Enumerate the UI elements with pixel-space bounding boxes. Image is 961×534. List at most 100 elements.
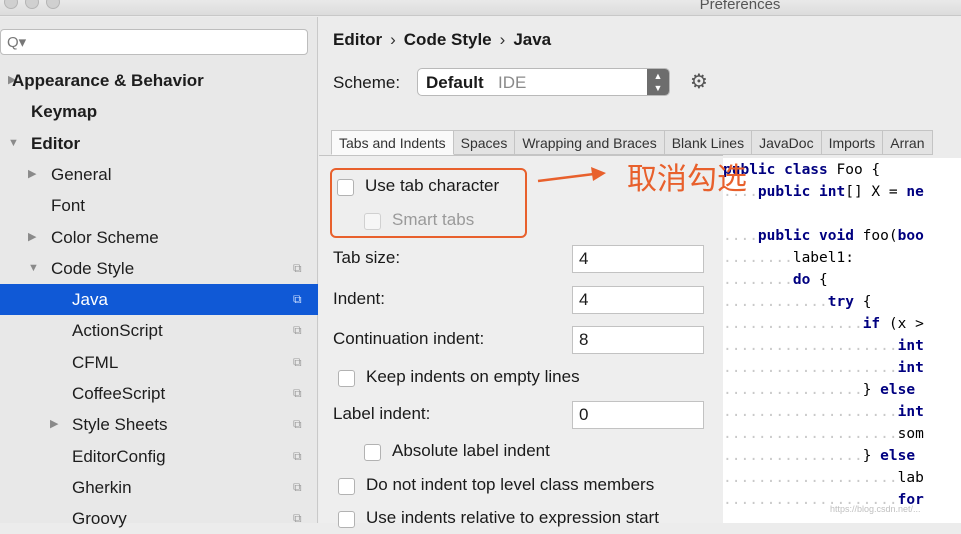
indent-field[interactable]: 4 — [572, 286, 704, 314]
indent-label: Indent: — [333, 289, 385, 309]
code-keyword: else — [880, 448, 915, 464]
tab-imports[interactable]: Imports — [822, 130, 884, 155]
sidebar-item-keymap[interactable]: Keymap — [0, 96, 318, 127]
project-scheme-icon: ⧉ — [293, 503, 302, 534]
annotation-arrow-icon — [536, 166, 608, 184]
code-text: Foo { — [828, 162, 880, 178]
code-line: ............try { — [723, 291, 871, 313]
collapsed-arrow-icon[interactable]: ▶ — [50, 409, 58, 440]
sidebar-item-actionscript[interactable]: ActionScript ⧉ — [0, 315, 318, 346]
code-line: ................} else — [723, 379, 915, 401]
keep-indents-checkbox[interactable] — [338, 370, 355, 387]
title-bar: Preferences — [0, 0, 961, 16]
code-line: ....................int — [723, 357, 924, 379]
code-line: ....................som — [723, 423, 924, 445]
no-indent-top-level-checkbox[interactable] — [338, 478, 355, 495]
sidebar-item-label: EditorConfig — [72, 441, 166, 472]
sidebar-item-code-style[interactable]: ▼Code Style⧉ — [0, 253, 318, 284]
sidebar-item-label: ActionScript — [72, 315, 163, 346]
code-keyword: try — [828, 294, 854, 310]
keep-indents-label: Keep indents on empty lines — [366, 367, 580, 387]
code-keyword: int — [898, 360, 924, 376]
code-keyword: else — [880, 382, 915, 398]
annotation-text: 取消勾选 — [627, 154, 747, 198]
indents-relative-label: Use indents relative to expression start — [366, 508, 659, 528]
code-keyword: do — [793, 272, 810, 288]
absolute-label-indent-checkbox[interactable] — [364, 444, 381, 461]
sidebar-item-label: Groovy — [72, 503, 127, 534]
breadcrumb-code-style[interactable]: Code Style — [404, 30, 492, 49]
code-text: som — [898, 426, 924, 442]
project-scheme-icon: ⧉ — [293, 347, 302, 378]
indent-dots: ................ — [723, 382, 863, 398]
expanded-arrow-icon[interactable]: ▼ — [28, 253, 39, 284]
indent-dots: .................... — [723, 338, 898, 354]
sidebar-item-color-scheme[interactable]: ▶Color Scheme — [0, 222, 318, 253]
tab-javadoc[interactable]: JavaDoc — [752, 130, 821, 155]
annotation-highlight-box — [330, 168, 527, 238]
sidebar-item-cfml[interactable]: CFML⧉ — [0, 347, 318, 378]
tab-arran[interactable]: Arran — [883, 130, 932, 155]
code-line: ................if (x > — [723, 313, 924, 335]
code-keyword: boo — [898, 228, 924, 244]
sidebar-item-font[interactable]: Font — [0, 190, 318, 221]
scheme-name: Default — [426, 73, 484, 93]
code-keyword: public void — [758, 228, 854, 244]
tab-wrapping-and-braces[interactable]: Wrapping and Braces — [515, 130, 664, 155]
breadcrumb: Editor›Code Style›Java — [333, 30, 551, 50]
code-text: } — [863, 448, 880, 464]
project-scheme-icon: ⧉ — [293, 409, 302, 440]
no-indent-top-level-label: Do not indent top level class members — [366, 475, 654, 495]
sidebar-item-label: Font — [51, 190, 85, 221]
sidebar-item-java[interactable]: Java⧉ — [0, 284, 318, 315]
sidebar-item-coffeescript[interactable]: CoffeeScript⧉ — [0, 378, 318, 409]
sidebar-item-label: General — [51, 159, 111, 190]
collapsed-arrow-icon[interactable]: ▶ — [28, 222, 36, 253]
code-text: label1: — [793, 250, 854, 266]
sidebar-item-appearance-behavior[interactable]: ▶Appearance & Behavior — [0, 65, 318, 96]
expanded-arrow-icon[interactable]: ▼ — [8, 128, 19, 159]
minimize-window-button[interactable] — [25, 0, 39, 9]
sidebar-item-editor[interactable]: ▼Editor — [0, 128, 318, 159]
sidebar-item-label: Java — [72, 284, 108, 315]
code-keyword: if — [863, 316, 880, 332]
sidebar-item-label: Appearance & Behavior — [12, 65, 204, 96]
zoom-window-button[interactable] — [46, 0, 60, 9]
tab-spaces[interactable]: Spaces — [454, 130, 516, 155]
sidebar-item-groovy[interactable]: Groovy ⧉ — [0, 503, 318, 534]
tab-tabs-and-indents[interactable]: Tabs and Indents — [331, 130, 454, 155]
sidebar-item-gherkin[interactable]: Gherkin⧉ — [0, 472, 318, 503]
sidebar-item-style-sheets[interactable]: ▶ Style Sheets ⧉ — [0, 409, 318, 440]
indent-dots: .................... — [723, 426, 898, 442]
indent-dots: ................ — [723, 316, 863, 332]
code-line: ....public int[] X = ne — [723, 181, 924, 203]
scheme-label: Scheme: — [333, 73, 400, 93]
continuation-indent-field[interactable]: 8 — [572, 326, 704, 354]
tab-size-field[interactable]: 4 — [572, 245, 704, 273]
close-window-button[interactable] — [4, 0, 18, 9]
code-line: ....................int — [723, 401, 924, 423]
scheme-select[interactable]: Default IDE ▲▼ — [417, 68, 670, 96]
code-text: { — [854, 294, 871, 310]
code-text: } — [863, 382, 880, 398]
gear-icon[interactable]: ⚙ — [690, 69, 708, 94]
search-input[interactable]: Q▾ — [0, 29, 308, 55]
indents-relative-checkbox[interactable] — [338, 511, 355, 528]
breadcrumb-editor[interactable]: Editor — [333, 30, 382, 49]
tab-blank-lines[interactable]: Blank Lines — [665, 130, 752, 155]
project-scheme-icon: ⧉ — [293, 378, 302, 409]
tab-size-label: Tab size: — [333, 248, 400, 268]
indent-dots: .................... — [723, 404, 898, 420]
window-title: Preferences — [640, 0, 840, 13]
collapsed-arrow-icon[interactable]: ▶ — [28, 159, 36, 190]
sidebar-item-general[interactable]: ▶ General — [0, 159, 318, 190]
code-line: ....................int — [723, 335, 924, 357]
sidebar-item-editorconfig[interactable]: EditorConfig⧉ — [0, 441, 318, 472]
sidebar-item-label: Style Sheets — [72, 409, 167, 440]
label-indent-field[interactable]: 0 — [572, 401, 704, 429]
chevron-right-icon: › — [500, 30, 506, 49]
project-scheme-icon: ⧉ — [293, 315, 302, 346]
indent-dots: ........ — [723, 250, 793, 266]
code-keyword: public int — [758, 184, 845, 200]
indent-dots: .................... — [723, 360, 898, 376]
